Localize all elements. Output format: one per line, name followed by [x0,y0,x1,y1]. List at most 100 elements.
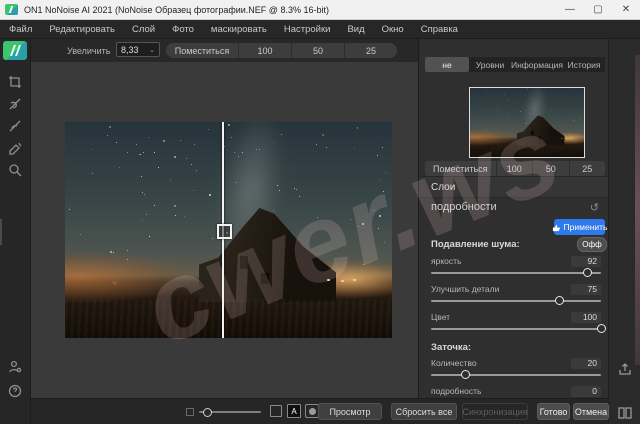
maximize-button[interactable]: ▢ [584,0,612,19]
export-icon[interactable] [617,361,633,377]
menu-settings[interactable]: Настройки [284,24,331,35]
chevron-down-icon: ⌄ [149,46,155,54]
perfect-brush-icon[interactable] [5,116,25,136]
ai-quick-mask-icon[interactable] [5,138,25,158]
apply-button[interactable]: Применить [554,219,605,235]
zoom-preset-group: Поместиться 100 50 25 [166,43,397,58]
slider-row-enhance-detail: Улучшить детали 75 [431,283,601,309]
slider-value[interactable]: 20 [571,358,601,369]
window-controls: — ▢ ✕ [556,0,640,19]
slider-value[interactable]: 0 [571,386,601,397]
noise-section-label: Подавление шума: [431,239,520,250]
slider-thumb[interactable] [583,268,592,277]
preview-button[interactable]: Просмотр [318,403,382,420]
slider-thumb[interactable] [555,296,564,305]
titlebar: ON1 NoNoise AI 2021 (NoNoise Образец фот… [0,0,640,20]
mask-view-grayscale-icon[interactable] [305,404,319,418]
menu-file[interactable]: Файл [9,24,32,35]
nav-100-button[interactable]: 100 [497,161,534,176]
zoom-view-icon[interactable] [5,160,25,180]
account-icon[interactable] [5,357,25,377]
menu-layer[interactable]: Слой [132,24,155,35]
crop-tool-icon[interactable] [5,72,25,92]
app-logo-icon [5,4,18,15]
slider-label: яркость [431,256,461,266]
menu-help[interactable]: Справка [421,24,458,35]
slider-label: Количество [431,358,477,368]
opacity-knob[interactable] [203,408,212,417]
window-title: ON1 NoNoise AI 2021 (NoNoise Образец фот… [24,5,329,15]
reset-all-button[interactable]: Сбросить все [391,403,457,420]
menubar: Файл Редактировать Слой Фото маскировать… [0,20,640,39]
cancel-button[interactable]: Отмена [573,403,609,420]
masking-brush-icon[interactable] [5,94,25,114]
mask-view-overlay-icon[interactable]: A [287,404,301,418]
barn-window [538,136,541,139]
tool-sidebar [0,39,31,424]
barn-window [240,256,248,269]
slider-value[interactable]: 100 [571,312,601,323]
mask-view-none-icon[interactable] [270,405,282,417]
preview-size-icon[interactable] [186,408,194,416]
enhance-detail-slider[interactable] [431,300,601,302]
navigator-zoom-group: Поместиться 100 50 25 [425,161,605,176]
panel-grip[interactable] [0,219,2,245]
layers-section-header[interactable]: Слои [419,176,609,198]
close-button[interactable]: ✕ [612,0,640,19]
navigator-thumbnail[interactable] [469,87,585,158]
layers-label: Слои [431,182,455,193]
field-texture [470,145,584,157]
amount-slider[interactable] [431,374,601,376]
color-slider[interactable] [431,328,601,330]
minimize-button[interactable]: — [556,0,584,19]
menu-edit[interactable]: Редактировать [49,24,115,35]
help-icon[interactable] [5,381,25,401]
noise-toggle[interactable]: Офф [577,237,607,252]
slider-value[interactable]: 75 [571,284,601,295]
menu-photo[interactable]: Фото [172,24,194,35]
slider-row-color: Цвет 100 [431,311,601,337]
barn-window [261,273,269,284]
fit-button[interactable]: Поместиться [166,43,239,58]
slider-row-amount: Количество 20 [431,357,601,383]
nav-50-button[interactable]: 50 [533,161,570,176]
slider-thumb[interactable] [597,324,606,333]
compare-view-icon[interactable] [617,405,633,421]
slider-row-brightness: яркость 92 [431,255,601,281]
menu-view[interactable]: Вид [347,24,364,35]
zoom-value: 8,33 [121,45,139,55]
reset-icon[interactable]: ↺ [590,201,599,214]
image-canvas [31,62,418,398]
done-button[interactable]: Готово [537,403,570,420]
tab-info[interactable]: Информация [511,57,563,72]
nav-25-button[interactable]: 25 [570,161,605,176]
photo-preview[interactable] [65,122,392,338]
zoom-level-select[interactable]: 8,33 ⌄ [116,42,160,57]
menu-mask[interactable]: маскировать [211,24,267,35]
divider-handle[interactable] [217,224,232,239]
zoom-25-button[interactable]: 25 [345,43,397,58]
photo-preview[interactable] [470,88,584,157]
preview-opacity-slider[interactable] [199,411,261,413]
side-strip [608,39,640,424]
zoom-50-button[interactable]: 50 [292,43,345,58]
slider-value[interactable]: 92 [571,256,601,267]
slider-thumb[interactable] [461,370,470,379]
tab-histogram[interactable]: не [425,57,469,72]
tab-levels[interactable]: Уровни [469,57,511,72]
tab-history[interactable]: История [563,57,605,72]
on1-logo-icon[interactable] [3,41,27,60]
zoom-100-button[interactable]: 100 [239,43,292,58]
brightness-slider[interactable] [431,272,601,274]
sharpening-section-label: Заточка: [431,342,471,353]
nav-fit-button[interactable]: Поместиться [425,161,497,176]
slider-label: Улучшить детали [431,284,499,294]
barn-window [531,131,534,135]
thumbs-up-icon [552,223,561,232]
horizon-lights [561,138,562,139]
panel-tabs: не Уровни Информация История [425,57,605,72]
on1-nonoise-window: ON1 NoNoise AI 2021 (NoNoise Образец фот… [0,0,640,424]
menu-window[interactable]: Окно [382,24,404,35]
sync-button[interactable]: Синхронизация [462,403,528,420]
apply-label: Применить [564,222,608,232]
